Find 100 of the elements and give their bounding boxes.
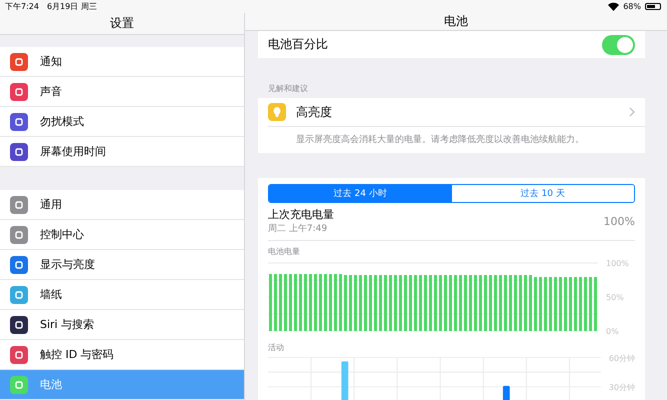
- bar: [409, 275, 412, 331]
- sidebar-item[interactable]: 通知: [0, 47, 244, 77]
- sidebar-item[interactable]: 墙纸: [0, 280, 244, 310]
- insight-title: 高亮度: [296, 104, 333, 120]
- axis-tick-label: 50%: [606, 293, 624, 302]
- bar: [574, 277, 577, 331]
- bar: [354, 275, 357, 331]
- bar: [439, 275, 442, 331]
- bar: [504, 275, 507, 331]
- insight-description: 显示屏亮度高会消耗大量的电量。请考虑降低亮度以改善电池续航能力。: [295, 133, 585, 147]
- bar: [289, 274, 292, 331]
- bar: [554, 277, 557, 331]
- bar: [464, 275, 467, 331]
- bar: [589, 277, 592, 331]
- bar: [534, 277, 537, 331]
- bar: [524, 275, 527, 331]
- nav-title: 设置: [0, 13, 244, 35]
- bar: [474, 275, 477, 331]
- bar: [479, 275, 482, 331]
- insight-card[interactable]: 高亮度 显示屏亮度高会消耗大量的电量。请考虑降低亮度以改善电池续航能力。: [258, 98, 645, 153]
- bar: [394, 275, 397, 331]
- bar: [584, 277, 587, 331]
- sidebar-item[interactable]: Siri 与搜索: [0, 310, 244, 340]
- chevron-icon: [629, 107, 635, 117]
- bar: [359, 275, 362, 331]
- bar: [304, 274, 307, 331]
- nav-title: 电池: [245, 13, 667, 31]
- sidebar-item[interactable]: 控制中心: [0, 220, 244, 250]
- bar: [494, 275, 497, 331]
- bar: [324, 274, 327, 331]
- bar: [414, 275, 417, 331]
- bar: [299, 274, 302, 331]
- bar: [489, 275, 492, 331]
- bar: [424, 275, 427, 331]
- bar: [499, 275, 502, 331]
- bar: [284, 274, 287, 331]
- status-date: 6月19日 周三: [46, 1, 97, 12]
- bar: [389, 275, 392, 331]
- chart-label: 电池电量: [268, 246, 301, 257]
- sidebar-item[interactable]: 显示与亮度: [0, 250, 244, 280]
- axis-tick-label: 0%: [606, 327, 619, 336]
- tab[interactable]: 过去 24 小时: [269, 185, 452, 202]
- axis-tick-label: 60分钟: [608, 353, 635, 364]
- bar: [594, 277, 597, 331]
- last-charge-value: 100%: [604, 214, 635, 228]
- bar: [319, 274, 322, 331]
- sidebar-item[interactable]: 声音: [0, 77, 244, 107]
- axis-tick-label: 100%: [606, 259, 629, 268]
- bar: [569, 277, 572, 331]
- bar: [449, 275, 452, 331]
- bar: [334, 274, 337, 331]
- bar: [529, 275, 532, 331]
- bar: [514, 275, 517, 331]
- bar: [399, 275, 402, 331]
- bar: [279, 274, 282, 331]
- toggle-switch[interactable]: [602, 34, 635, 54]
- bar: [419, 275, 422, 331]
- bar: [269, 274, 272, 331]
- status-time: 下午7:24: [5, 1, 39, 12]
- bar: [369, 275, 372, 331]
- battery-percent: 68%: [623, 2, 641, 11]
- bar: [559, 277, 562, 331]
- bar: [544, 277, 547, 331]
- bar: [329, 274, 332, 331]
- bar: [374, 275, 377, 331]
- battery-icon: [645, 3, 661, 10]
- bar: [429, 275, 432, 331]
- axis-tick-label: 30分钟: [608, 382, 635, 393]
- sidebar-item[interactable]: 通用: [0, 190, 244, 220]
- sidebar-item[interactable]: 屏幕使用时间: [0, 137, 244, 167]
- bar: [274, 274, 277, 331]
- bar: [549, 277, 552, 331]
- bar: [509, 275, 512, 331]
- bar: [444, 275, 447, 331]
- wifi-icon: [608, 2, 620, 11]
- bar: [579, 277, 582, 331]
- bar: [539, 277, 542, 331]
- bar: [364, 275, 367, 331]
- bar: [349, 275, 352, 331]
- last-charge-title: 上次充电电量: [268, 207, 334, 222]
- setting-label: 电池百分比: [268, 36, 328, 53]
- bar: [434, 275, 437, 331]
- section-header: 见解和建议: [267, 83, 309, 95]
- bar: [309, 274, 312, 331]
- bar: [519, 275, 522, 331]
- bar: [459, 275, 462, 331]
- bar: [404, 275, 407, 331]
- bar: [379, 275, 382, 331]
- bar: [454, 275, 457, 331]
- bar: [339, 274, 342, 331]
- bar: [314, 274, 317, 331]
- chart-label: 活动: [268, 342, 285, 353]
- bar: [564, 277, 567, 331]
- bar: [384, 275, 387, 331]
- sidebar-item[interactable]: 勿扰模式: [0, 107, 244, 137]
- bar: [484, 275, 487, 331]
- bar: [469, 275, 472, 331]
- bar: [344, 275, 347, 331]
- lightbulb-icon: [268, 103, 286, 121]
- bar: [294, 274, 297, 331]
